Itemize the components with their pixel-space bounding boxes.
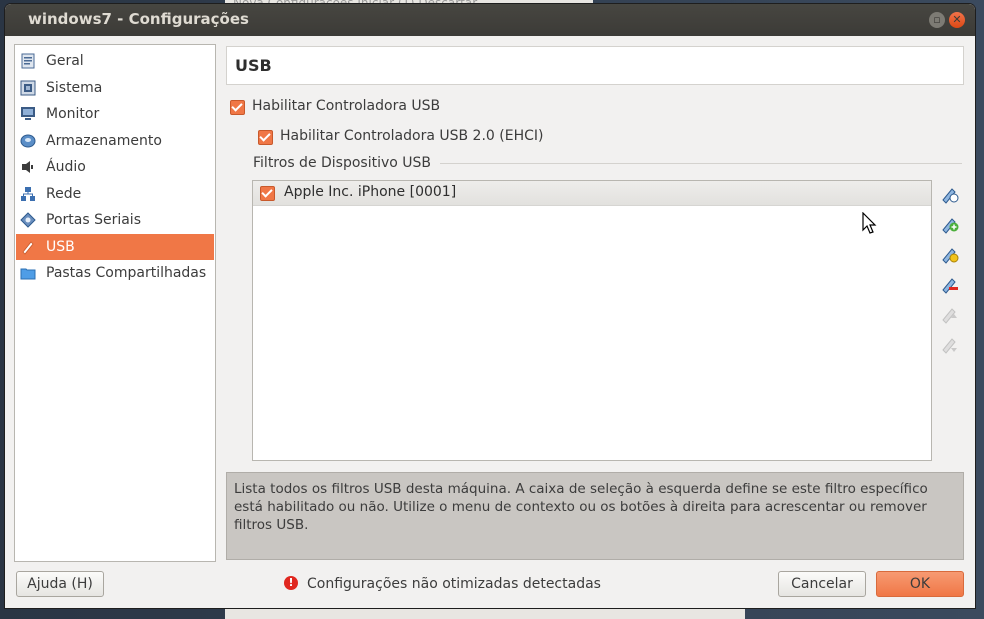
sidebar-item-label: USB <box>46 239 75 255</box>
enable-usb-label[interactable]: Habilitar Controladora USB <box>252 98 440 114</box>
enable-usb2-checkbox[interactable] <box>258 130 273 145</box>
filters-group-label: Filtros de Dispositivo USB <box>253 155 432 171</box>
sidebar-item-pastas-compartilhadas[interactable]: Pastas Compartilhadas <box>16 260 214 286</box>
filter-name: Apple Inc. iPhone [0001] <box>284 184 457 200</box>
enable-usb2-label[interactable]: Habilitar Controladora USB 2.0 (EHCI) <box>280 128 543 144</box>
background-window-bottom <box>225 608 745 619</box>
ok-button[interactable]: OK <box>876 571 964 597</box>
usb-filter-remove-icon[interactable] <box>939 274 959 294</box>
network-icon <box>21 187 35 201</box>
mouse-cursor-icon <box>862 212 877 234</box>
close-icon[interactable]: ✕ <box>949 12 965 28</box>
usb-filter-edit-icon[interactable] <box>939 244 959 264</box>
page-header: USB <box>226 46 964 85</box>
serial-port-icon <box>20 212 36 228</box>
sidebar-item-portas-seriais[interactable]: Portas Seriais <box>16 207 214 233</box>
general-icon <box>21 53 35 69</box>
sidebar-item-label: Portas Seriais <box>46 212 141 228</box>
sidebar-item-audio[interactable]: Áudio <box>16 154 214 180</box>
sidebar-item-label: Rede <box>46 186 82 202</box>
sidebar-item-monitor[interactable]: Monitor <box>16 101 214 127</box>
help-button[interactable]: Ajuda (H) <box>16 571 104 597</box>
group-divider <box>440 163 962 164</box>
usb-filter-add-empty-icon[interactable] <box>939 184 959 204</box>
warning-text[interactable]: Configurações não otimizadas detectadas <box>307 576 601 592</box>
sidebar-item-rede[interactable]: Rede <box>16 181 214 207</box>
usb-filter-move-down-icon[interactable] <box>939 334 959 354</box>
settings-dialog: windows7 - Configurações ▫ ✕ Geral Siste… <box>5 4 975 608</box>
settings-sidebar: Geral Sistema Monitor Armazenamento Áudi… <box>14 44 216 562</box>
sidebar-item-armazenamento[interactable]: Armazenamento <box>16 128 214 154</box>
sidebar-item-label: Armazenamento <box>46 133 162 149</box>
titlebar[interactable]: windows7 - Configurações ▫ ✕ <box>5 4 975 36</box>
sidebar-item-label: Pastas Compartilhadas <box>46 265 207 281</box>
sidebar-item-label: Geral <box>46 53 84 69</box>
description-text: Lista todos os filtros USB desta máquina… <box>234 481 928 533</box>
storage-disk-icon <box>20 134 36 148</box>
usb-filter-list[interactable]: Apple Inc. iPhone [0001] <box>252 180 932 461</box>
sidebar-item-geral[interactable]: Geral <box>16 48 214 74</box>
filter-enabled-checkbox[interactable] <box>260 186 275 201</box>
enable-usb-checkbox[interactable] <box>230 100 245 115</box>
monitor-icon <box>21 107 35 120</box>
sidebar-item-usb[interactable]: USB <box>16 234 214 260</box>
sidebar-item-label: Áudio <box>46 159 86 175</box>
usb-filter-add-device-icon[interactable] <box>939 214 959 234</box>
sidebar-item-label: Monitor <box>46 106 100 122</box>
window-title: windows7 - Configurações <box>28 10 249 28</box>
list-item[interactable]: Apple Inc. iPhone [0001] <box>253 181 931 206</box>
sidebar-item-sistema[interactable]: Sistema <box>16 75 214 101</box>
restore-icon[interactable]: ▫ <box>929 12 945 28</box>
speaker-icon <box>22 161 33 173</box>
warning-icon: ! <box>284 576 298 590</box>
page-title: USB <box>235 56 272 75</box>
system-chip-icon <box>20 80 36 96</box>
sidebar-item-label: Sistema <box>46 80 103 96</box>
usb-icon <box>22 241 34 255</box>
usb-filter-move-up-icon[interactable] <box>939 304 959 324</box>
shared-folder-icon <box>20 268 36 280</box>
cancel-button[interactable]: Cancelar <box>778 571 866 597</box>
description-panel: Lista todos os filtros USB desta máquina… <box>226 472 964 560</box>
